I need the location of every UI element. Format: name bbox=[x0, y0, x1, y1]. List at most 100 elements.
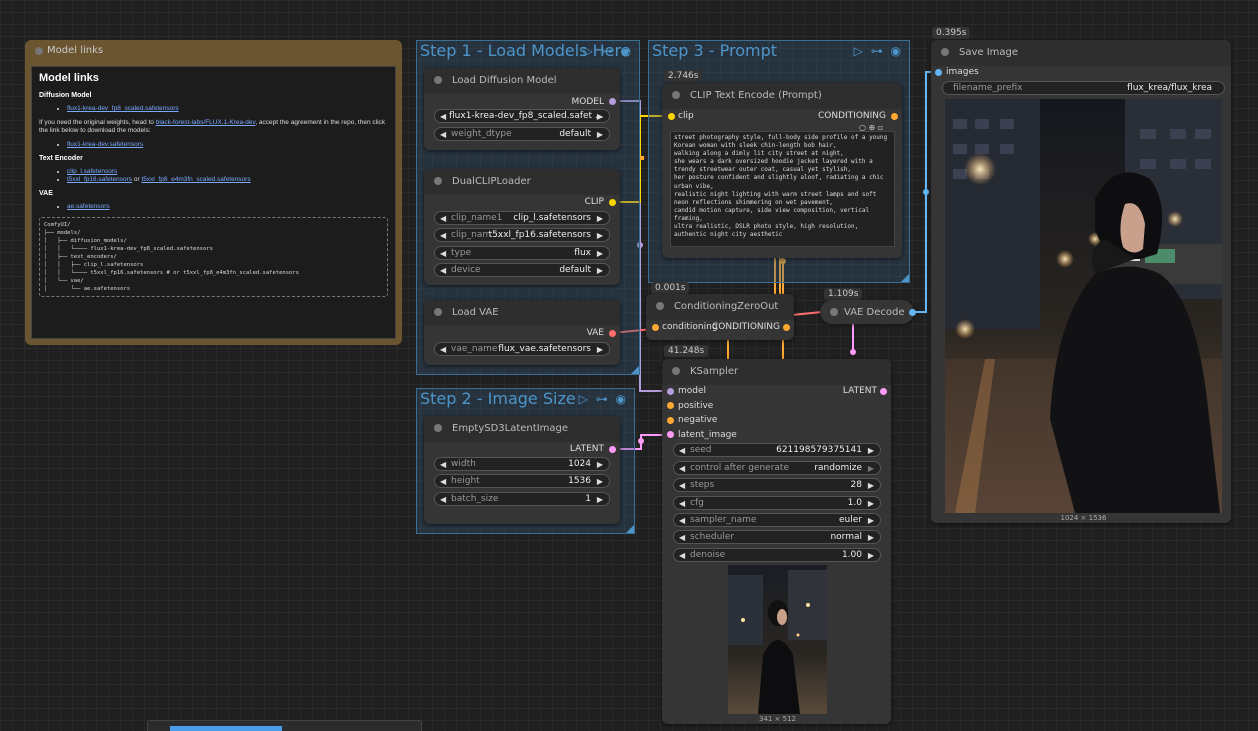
group-resize-handle[interactable] bbox=[901, 274, 909, 282]
clip-input-label: clip bbox=[678, 111, 694, 121]
node-title[interactable]: Load Diffusion Model bbox=[424, 68, 620, 94]
seed-widget[interactable]: ◀ seed 621198579375141 ▶ bbox=[673, 443, 881, 457]
negative-input-slot[interactable] bbox=[667, 417, 674, 424]
conditioning-input-slot[interactable] bbox=[652, 324, 659, 331]
device-widget[interactable]: ◀ device default ▶ bbox=[434, 263, 610, 277]
conditioning-input-label: conditioning bbox=[662, 322, 718, 332]
node-title[interactable]: ConditioningZeroOut bbox=[646, 294, 794, 320]
scheduler-widget[interactable]: ◀ scheduler normal ▶ bbox=[673, 530, 881, 544]
type-widget[interactable]: ◀ type flux ▶ bbox=[434, 246, 610, 260]
vae-name-widget[interactable]: ◀ vae_name flux_vae.safetensors ▶ bbox=[434, 342, 610, 356]
original-model-link[interactable]: flux1-krea-dev.safetensors bbox=[67, 141, 143, 148]
steps-widget[interactable]: ◀ steps 28 ▶ bbox=[673, 478, 881, 492]
vae-decode-timing: 1.109s bbox=[824, 288, 863, 300]
group-step1-icons[interactable]: ▷ ⊶ ◉ bbox=[584, 44, 633, 58]
positive-input-slot[interactable] bbox=[667, 402, 674, 409]
denoise-widget[interactable]: ◀ denoise 1.00 ▶ bbox=[673, 548, 881, 562]
vae-output-slot[interactable] bbox=[609, 330, 616, 337]
filename-prefix-label: filename_prefix bbox=[953, 83, 1023, 93]
latent-output-slot[interactable] bbox=[609, 446, 616, 453]
vae-decode-node[interactable]: VAE Decode bbox=[820, 300, 916, 324]
type-label: type bbox=[451, 248, 472, 258]
node-collapse-dot[interactable] bbox=[434, 177, 442, 185]
output-image[interactable] bbox=[945, 99, 1222, 513]
output-image-caption: 1024 × 1536 bbox=[1060, 514, 1107, 522]
dual-clip-loader-node[interactable]: DualCLIPLoader CLIP ◀ clip_name1 clip_l.sa… bbox=[424, 169, 620, 285]
control-after-generate-label: control after generate bbox=[690, 463, 789, 473]
clip-name1-widget[interactable]: ◀ clip_name1 clip_l.safetensors ▶ bbox=[434, 211, 610, 225]
node-collapse-dot[interactable] bbox=[672, 91, 680, 99]
node-title[interactable]: KSampler bbox=[662, 359, 891, 385]
sampler-name-value: euler bbox=[839, 515, 862, 525]
empty-sd3-latent-node[interactable]: EmptySD3LatentImage LATENT ◀ width 1024 ▶ ◀… bbox=[424, 416, 620, 524]
ksampler-preview-image[interactable] bbox=[728, 565, 827, 714]
vae-link[interactable]: ae.safetensors bbox=[67, 203, 110, 210]
diffusion-model-link[interactable]: flux1-krea-dev_fp8_scaled.safetensors bbox=[67, 105, 179, 112]
unet-name-widget[interactable]: ◀ flux1-krea-dev_fp8_scaled.safet ... ▶ bbox=[434, 109, 610, 123]
ksampler-node[interactable]: KSampler model positive negative latent_… bbox=[662, 359, 891, 724]
node-collapse-dot[interactable] bbox=[830, 308, 838, 316]
load-diffusion-model-node[interactable]: Load Diffusion Model MODEL ◀ flux1-krea-d… bbox=[424, 68, 620, 150]
control-after-generate-widget[interactable]: ◀ control after generate randomize ▶ bbox=[673, 461, 881, 475]
clip-output-slot[interactable] bbox=[609, 199, 616, 206]
clip-l-link[interactable]: clip_l.safetensors bbox=[67, 168, 117, 175]
bottom-progress-panel bbox=[147, 720, 422, 731]
group-step2-icons[interactable]: ▷ ⊶ ◉ bbox=[579, 392, 628, 406]
group-resize-handle[interactable] bbox=[626, 525, 634, 533]
height-widget[interactable]: ◀ height 1536 ▶ bbox=[434, 474, 610, 488]
diffusion-model-heading: Diffusion Model bbox=[39, 92, 92, 99]
node-collapse-dot[interactable] bbox=[672, 367, 680, 375]
node-collapse-dot[interactable] bbox=[434, 424, 442, 432]
images-input-slot[interactable] bbox=[935, 69, 942, 76]
prompt-textarea[interactable]: street photography style, full-body side… bbox=[670, 131, 895, 247]
node-title[interactable]: Load VAE bbox=[424, 300, 620, 326]
node-title[interactable]: CLIP Text Encode (Prompt) bbox=[662, 83, 902, 109]
denoise-value: 1.00 bbox=[841, 550, 862, 560]
node-collapse-dot[interactable] bbox=[434, 308, 442, 316]
t5-fp16-link[interactable]: t5xxl_fp16.safetensors bbox=[67, 176, 132, 183]
node-collapse-dot[interactable] bbox=[941, 48, 949, 56]
node-title[interactable]: DualCLIPLoader bbox=[424, 169, 620, 195]
load-vae-node[interactable]: Load VAE VAE ◀ vae_name flux_vae.safetenso… bbox=[424, 300, 620, 365]
node-collapse-dot[interactable] bbox=[434, 76, 442, 84]
batch-size-label: batch_size bbox=[451, 494, 499, 504]
t5-fp8-link[interactable]: t5xxl_fp8_e4m3fn_scaled.safetensors bbox=[141, 176, 250, 183]
node-collapse-dot[interactable] bbox=[656, 302, 664, 310]
group-resize-handle[interactable] bbox=[631, 366, 639, 374]
original-weights-link[interactable]: black-forest-labs/FLUX.1-Krea-dev bbox=[156, 119, 256, 126]
sampler-name-widget[interactable]: ◀ sampler_name euler ▶ bbox=[673, 513, 881, 527]
text-encoder-heading: Text Encoder bbox=[39, 155, 83, 162]
clip-name2-widget[interactable]: ◀ clip_nam ... t5xxl_fp16.safetensors ▶ bbox=[434, 228, 610, 242]
conditioning-zero-out-node[interactable]: ConditioningZeroOut conditioning CONDITI… bbox=[646, 294, 794, 340]
weight-dtype-widget[interactable]: ◀ weight_dtype default ▶ bbox=[434, 127, 610, 141]
save-image-timing: 0.395s bbox=[932, 27, 971, 39]
scheduler-value: normal bbox=[830, 532, 862, 542]
batch-size-widget[interactable]: ◀ batch_size 1 ▶ bbox=[434, 492, 610, 506]
node-title[interactable]: Save Image bbox=[931, 40, 1231, 66]
conditioning-output-slot[interactable] bbox=[783, 324, 790, 331]
conditioning-output-slot[interactable] bbox=[891, 113, 898, 120]
model-output-slot[interactable] bbox=[609, 98, 616, 105]
note-collapse-dot[interactable] bbox=[35, 47, 43, 55]
node-title[interactable]: EmptySD3LatentImage bbox=[424, 416, 620, 442]
filename-prefix-widget[interactable]: filename_prefix flux_krea/flux_krea bbox=[942, 81, 1225, 95]
model-links-note[interactable]: Model links Model links Diffusion Model … bbox=[25, 40, 402, 345]
latent-output-slot[interactable] bbox=[880, 388, 887, 395]
note-heading: Model links bbox=[39, 72, 99, 84]
clip-name2-value: t5xxl_fp16.safetensors bbox=[488, 230, 591, 240]
image-output-slot[interactable] bbox=[909, 309, 916, 316]
device-label: device bbox=[451, 265, 481, 275]
clip-input-slot[interactable] bbox=[668, 113, 675, 120]
sampler-name-label: sampler_name bbox=[690, 515, 757, 525]
clip-text-encode-node[interactable]: CLIP Text Encode (Prompt) clip CONDITION… bbox=[662, 83, 902, 258]
weight-dtype-value: default bbox=[559, 129, 591, 139]
model-input-slot[interactable] bbox=[667, 388, 674, 395]
latent-input-slot[interactable] bbox=[667, 431, 674, 438]
model-output-label: MODEL bbox=[571, 97, 604, 107]
weight-dtype-label: weight_dtype bbox=[451, 129, 512, 139]
save-image-node[interactable]: Save Image images filename_prefix flux_kr… bbox=[931, 40, 1231, 523]
cfg-widget[interactable]: ◀ cfg 1.0 ▶ bbox=[673, 496, 881, 510]
width-widget[interactable]: ◀ width 1024 ▶ bbox=[434, 457, 610, 471]
group-step3-icons[interactable]: ▷ ⊶ ◉ bbox=[854, 44, 903, 58]
height-value: 1536 bbox=[568, 476, 591, 486]
